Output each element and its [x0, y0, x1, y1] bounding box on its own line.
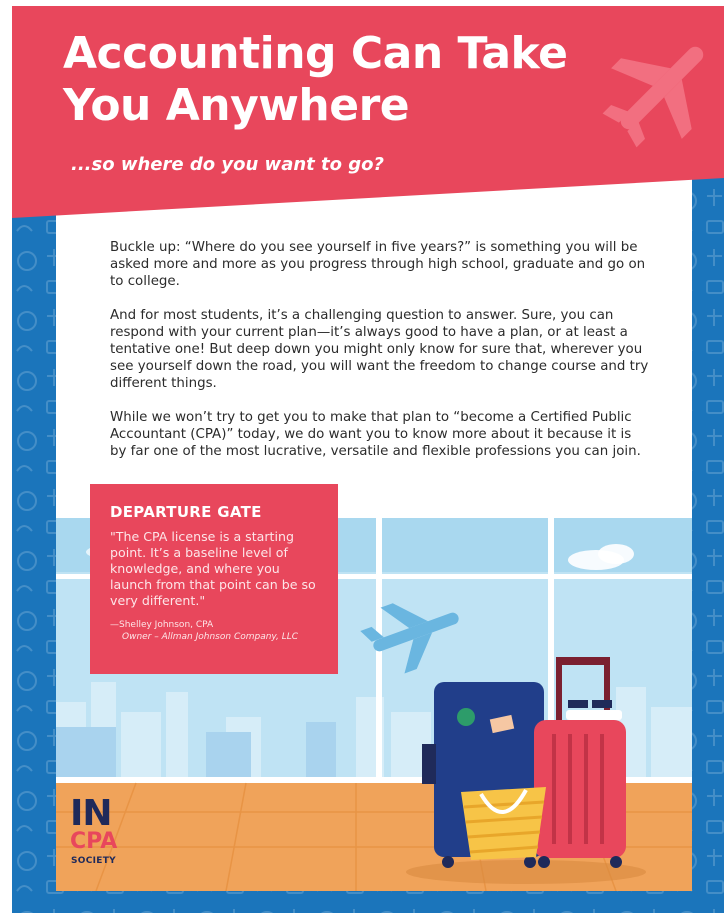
- callout-attribution: —Shelley Johnson, CPA Owner – Allman Joh…: [110, 619, 318, 643]
- page-title: Accounting Can Take You Anywhere: [63, 28, 568, 132]
- paragraph-3: While we won’t try to get you to make th…: [110, 410, 641, 459]
- callout-author: —Shelley Johnson, CPA: [110, 620, 214, 630]
- logo-in: IN: [70, 793, 113, 834]
- body-text: Buckle up: “Where do you see yourself in…: [110, 239, 650, 477]
- page-subtitle: ...so where do you want to go?: [71, 154, 384, 175]
- paragraph-2: And for most students, it’s a challengin…: [110, 308, 649, 391]
- paragraph-1: Buckle up: “Where do you see yourself in…: [110, 240, 646, 289]
- logo-cpa: CPA: [70, 829, 118, 854]
- callout-heading: DEPARTURE GATE: [110, 503, 262, 521]
- straw-bag-icon: [461, 787, 546, 860]
- title-line-2: You Anywhere: [63, 80, 410, 131]
- callout-author-role: Owner – Allman Johnson Company, LLC: [122, 632, 299, 642]
- flyer-page: Accounting Can Take You Anywhere ...so w…: [12, 6, 724, 913]
- logo-society: SOCIETY: [71, 856, 116, 866]
- in-cpa-society-logo: IN CPA SOCIETY: [70, 796, 140, 876]
- airplane-icon: [602, 46, 704, 148]
- callout-quote: "The CPA license is a starting point. It…: [110, 529, 316, 608]
- title-line-1: Accounting Can Take: [63, 28, 568, 79]
- departure-gate-callout: DEPARTURE GATE "The CPA license is a sta…: [90, 484, 338, 674]
